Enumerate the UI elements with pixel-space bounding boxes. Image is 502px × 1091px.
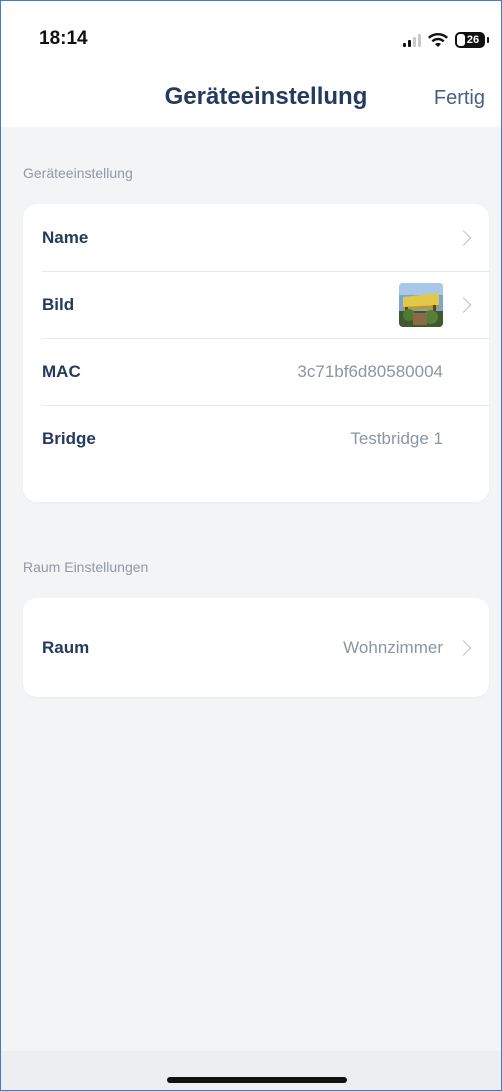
done-button[interactable]: Fertig xyxy=(434,87,485,110)
row-mac: MAC 3c71bf6d80580004 xyxy=(23,338,489,405)
home-indicator[interactable] xyxy=(167,1077,347,1083)
section-label-device-settings: Geräteeinstellung xyxy=(23,165,133,181)
status-bar: 18:14 26 xyxy=(1,1,501,63)
device-settings-card: Name Bild MAC 3c71bf6d80580004 Bridge Te… xyxy=(23,204,489,502)
row-mac-label: MAC xyxy=(42,361,81,381)
chevron-right-icon xyxy=(455,296,472,313)
app-screen: 18:14 26 Geräteeinstellung Fertig Geräte… xyxy=(0,0,502,1091)
navigation-bar: Geräteeinstellung Fertig xyxy=(1,63,501,127)
page-title: Geräteeinstellung xyxy=(164,83,368,110)
row-name-label: Name xyxy=(42,227,89,247)
room-settings-card: Raum Wohnzimmer xyxy=(23,598,489,697)
battery-icon: 26 xyxy=(455,32,489,48)
row-bridge: Bridge Testbridge 1 xyxy=(23,405,489,472)
wifi-icon xyxy=(428,33,448,47)
row-bridge-label: Bridge xyxy=(42,428,96,448)
row-name[interactable]: Name xyxy=(23,204,489,271)
section-label-room-settings: Raum Einstellungen xyxy=(23,559,149,575)
status-time: 18:14 xyxy=(39,28,88,49)
status-icons: 26 xyxy=(403,29,489,51)
cellular-signal-icon xyxy=(403,33,421,47)
battery-level: 26 xyxy=(466,34,480,46)
row-room-label: Raum xyxy=(42,637,90,657)
row-room[interactable]: Raum Wohnzimmer xyxy=(23,598,489,697)
bottom-bar xyxy=(1,1051,501,1090)
row-room-value: Wohnzimmer xyxy=(343,637,443,657)
chevron-right-icon xyxy=(455,229,472,246)
chevron-right-icon xyxy=(455,639,472,656)
row-image-label: Bild xyxy=(42,294,75,314)
row-bridge-value: Testbridge 1 xyxy=(350,428,443,448)
row-image[interactable]: Bild xyxy=(23,271,489,338)
card-bottom-padding xyxy=(23,472,489,502)
row-mac-value: 3c71bf6d80580004 xyxy=(297,361,443,381)
device-photo-thumbnail[interactable] xyxy=(399,282,443,327)
